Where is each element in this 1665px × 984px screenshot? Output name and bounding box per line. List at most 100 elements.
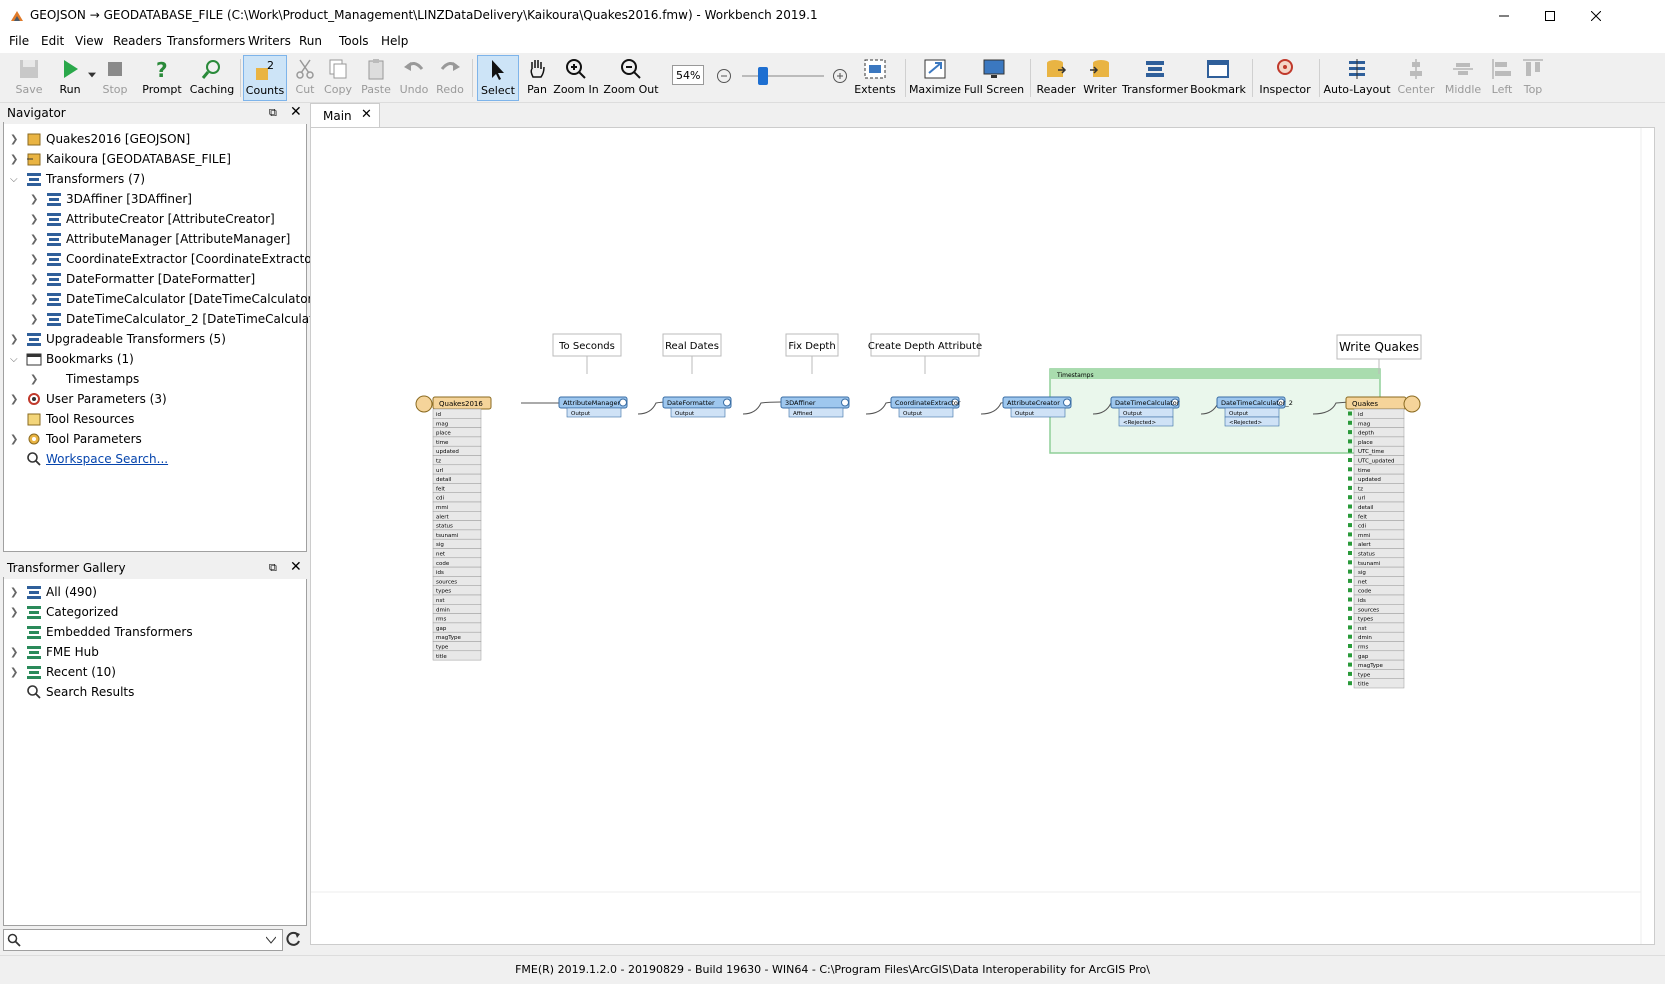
- undock-icon[interactable]: ⧉: [269, 106, 277, 120]
- redo-button[interactable]: Redo: [434, 55, 466, 101]
- align-center-button[interactable]: Center: [1394, 55, 1438, 101]
- inspector-button[interactable]: Inspector: [1257, 55, 1313, 101]
- chevron-right-icon[interactable]: ❯: [30, 194, 40, 205]
- minimize-button[interactable]: [1481, 0, 1527, 31]
- menu-transformers[interactable]: Transformers: [167, 34, 245, 48]
- zoom-minus-icon[interactable]: [716, 68, 732, 84]
- zoom-out-button[interactable]: Zoom Out: [603, 55, 659, 101]
- cut-button[interactable]: Cut: [290, 55, 320, 101]
- nav-item-timestamps[interactable]: ❯ Timestamps: [30, 369, 139, 389]
- nav-item-attributecreator[interactable]: ❯ AttributeCreator [AttributeCreator]: [30, 209, 275, 229]
- nav-item-3daffiner[interactable]: ❯ 3DAffiner [3DAffiner]: [30, 189, 192, 209]
- menu-tools[interactable]: Tools: [339, 34, 369, 48]
- menu-readers[interactable]: Readers: [113, 34, 162, 48]
- zoom-level-field[interactable]: 54%: [672, 65, 704, 85]
- counts-button[interactable]: 2 Counts: [243, 55, 287, 101]
- workspace-canvas[interactable]: Timestamps To Seconds Real Dates Fix Dep…: [310, 127, 1655, 945]
- chevron-right-icon[interactable]: ❯: [10, 647, 20, 658]
- transformer-output-port[interactable]: Output: [1015, 411, 1035, 417]
- align-left-button[interactable]: Left: [1487, 55, 1517, 101]
- chevron-right-icon[interactable]: ❯: [30, 254, 40, 265]
- chevron-right-icon[interactable]: ❯: [10, 334, 20, 345]
- gallery-item-all[interactable]: ❯ All (490): [10, 582, 97, 602]
- paste-button[interactable]: Paste: [358, 55, 394, 101]
- nav-item-bookmarks[interactable]: ⌵ Bookmarks (1): [10, 349, 134, 369]
- chevron-right-icon[interactable]: ❯: [10, 607, 20, 618]
- chevron-down-icon[interactable]: [266, 936, 276, 944]
- menu-writers[interactable]: Writers: [248, 34, 291, 48]
- menu-run[interactable]: Run: [299, 34, 322, 48]
- chevron-right-icon[interactable]: ❯: [10, 154, 20, 165]
- chevron-right-icon[interactable]: ❯: [10, 434, 20, 445]
- nav-item-workspace-search[interactable]: ❯Workspace Search...: [10, 449, 168, 469]
- full-screen-button[interactable]: Full Screen: [964, 55, 1024, 101]
- nav-item-coordinateextractor[interactable]: ❯ CoordinateExtractor [CoordinateExtracto…: [30, 249, 321, 269]
- transformer-rejected-port[interactable]: <Rejected>: [1123, 420, 1157, 426]
- chevron-right-icon[interactable]: ❯: [30, 234, 40, 245]
- annotation-write-quakes[interactable]: Write Quakes: [1336, 334, 1422, 374]
- undock-icon[interactable]: ⧉: [269, 561, 277, 575]
- nav-item-datetimecalculator-2[interactable]: ❯ DateTimeCalculator_2 [DateTimeCalculato…: [30, 309, 331, 329]
- transformer-node[interactable]: DateTimeCalculator Output <Rejected>: [1110, 396, 1180, 427]
- chevron-right-icon[interactable]: ❯: [30, 214, 40, 225]
- zoom-slider-handle[interactable]: [758, 67, 768, 85]
- transformer-output-port[interactable]: Output: [1229, 411, 1249, 417]
- transformer-node[interactable]: DateFormatter Output: [662, 396, 732, 418]
- align-top-button[interactable]: Top: [1519, 55, 1547, 101]
- annotation-to-seconds[interactable]: To Seconds: [552, 333, 622, 374]
- gallery-search-input[interactable]: [3, 929, 283, 951]
- add-transformer-button[interactable]: Transformer: [1122, 55, 1188, 101]
- menu-help[interactable]: Help: [381, 34, 408, 48]
- annotation-real-dates[interactable]: Real Dates: [662, 333, 722, 374]
- nav-item-dateformatter[interactable]: ❯ DateFormatter [DateFormatter]: [30, 269, 255, 289]
- chevron-right-icon[interactable]: ❯: [10, 667, 20, 678]
- transformer-node[interactable]: AttributeCreator Output: [1002, 396, 1072, 418]
- gallery-item-embedded[interactable]: ❯Embedded Transformers: [10, 622, 193, 642]
- node-settings-icon[interactable]: [1063, 398, 1071, 407]
- writer-feature-type[interactable]: Quakes id mag depth place UTC_time UTC_update…: [1345, 395, 1421, 689]
- save-button[interactable]: Save: [10, 55, 48, 101]
- nav-item-user-parameters[interactable]: ❯ User Parameters (3): [10, 389, 167, 409]
- nav-item-transformers[interactable]: ⌵ Transformers (7): [10, 169, 145, 189]
- close-window-button[interactable]: [1573, 0, 1619, 31]
- annotation-create-depth[interactable]: Create Depth Attribute: [868, 333, 982, 374]
- close-icon[interactable]: ✕: [290, 559, 302, 575]
- nav-item-tool-resources[interactable]: ❯Tool Resources: [10, 409, 134, 429]
- maximize-window-button[interactable]: [1527, 0, 1573, 31]
- chevron-right-icon[interactable]: ❯: [30, 314, 40, 325]
- transformer-output-port[interactable]: Affined: [793, 411, 812, 417]
- close-tab-icon[interactable]: ✕: [361, 107, 372, 122]
- align-middle-button[interactable]: Middle: [1441, 55, 1485, 101]
- close-icon[interactable]: ✕: [290, 104, 302, 120]
- chevron-right-icon[interactable]: ❯: [10, 394, 20, 405]
- add-writer-button[interactable]: Writer: [1080, 55, 1120, 101]
- chevron-down-icon[interactable]: ⌵: [10, 354, 20, 365]
- transformer-rejected-port[interactable]: <Rejected>: [1229, 420, 1263, 426]
- zoom-in-button[interactable]: Zoom In: [553, 55, 599, 101]
- select-button[interactable]: Select: [477, 55, 519, 101]
- node-settings-icon[interactable]: [619, 398, 627, 407]
- chevron-right-icon[interactable]: ❯: [30, 274, 40, 285]
- nav-item-upgradeable[interactable]: ❯ Upgradeable Transformers (5): [10, 329, 226, 349]
- chevron-down-icon[interactable]: ⌵: [10, 174, 20, 185]
- run-button[interactable]: Run: [52, 55, 88, 101]
- auto-layout-button[interactable]: Auto-Layout: [1323, 55, 1391, 101]
- transformer-output-port[interactable]: Output: [675, 411, 695, 417]
- gallery-item-search-results[interactable]: ❯Search Results: [10, 682, 134, 702]
- transformer-node[interactable]: CoordinateExtractor Output: [890, 396, 961, 418]
- menu-file[interactable]: File: [9, 34, 29, 48]
- chevron-right-icon[interactable]: ❯: [30, 374, 40, 385]
- menu-view[interactable]: View: [75, 34, 103, 48]
- gallery-item-fme-hub[interactable]: ❯ FME Hub: [10, 642, 99, 662]
- nav-item-attributemanager[interactable]: ❯ AttributeManager [AttributeManager]: [30, 229, 290, 249]
- reader-feature-type[interactable]: Quakes2016 id mag place time updated tz url det…: [415, 395, 492, 661]
- zoom-plus-icon[interactable]: [832, 68, 848, 84]
- transformer-node[interactable]: AttributeManager Output: [558, 396, 628, 418]
- gallery-item-categorized[interactable]: ❯ Categorized: [10, 602, 118, 622]
- transformer-node[interactable]: 3DAffiner Affined: [780, 396, 850, 418]
- annotation-fix-depth[interactable]: Fix Depth: [785, 333, 839, 374]
- stop-button[interactable]: Stop: [98, 55, 132, 101]
- undo-button[interactable]: Undo: [398, 55, 430, 101]
- chevron-right-icon[interactable]: ❯: [30, 294, 40, 305]
- refresh-icon[interactable]: [284, 930, 302, 948]
